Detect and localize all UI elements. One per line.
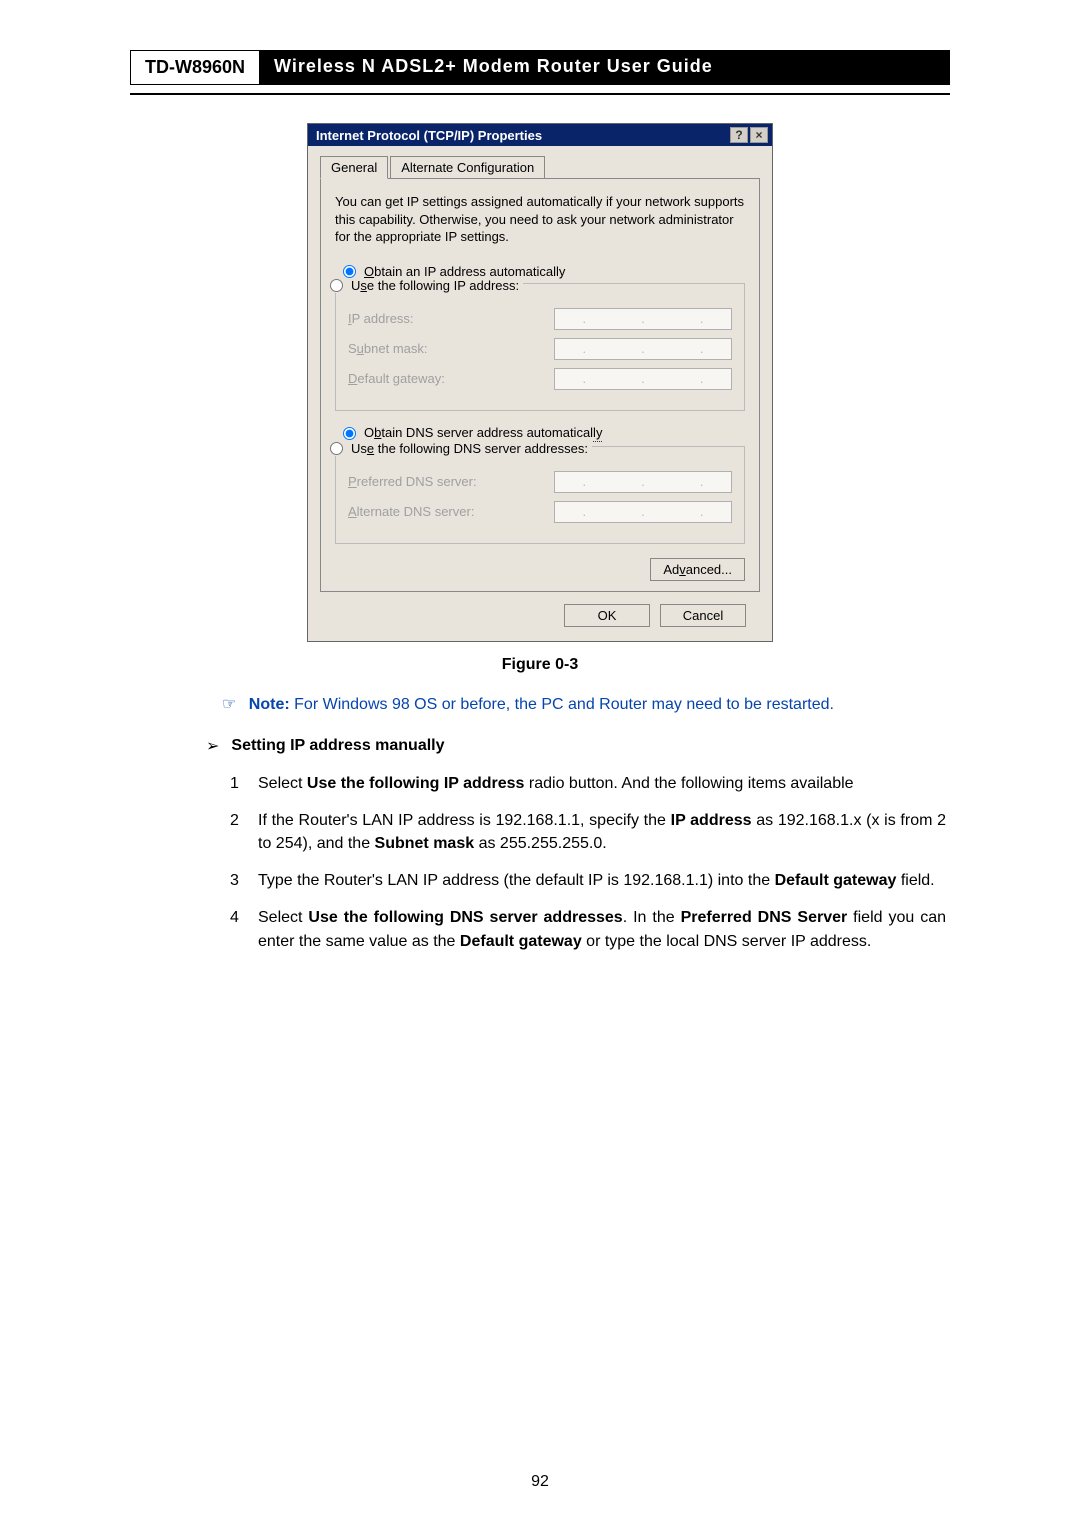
step-number: 4 xyxy=(230,906,258,952)
default-gateway-field[interactable]: ... xyxy=(554,368,732,390)
radio-use-following-ip-input[interactable] xyxy=(330,279,343,292)
dialog-title: Internet Protocol (TCP/IP) Properties xyxy=(312,128,730,143)
tcpip-properties-dialog: Internet Protocol (TCP/IP) Properties ? … xyxy=(307,123,773,642)
close-icon: × xyxy=(755,129,762,141)
help-icon: ? xyxy=(735,129,742,141)
section-title: Setting IP address manually xyxy=(231,737,444,755)
page-number: 92 xyxy=(0,1473,1080,1491)
step-3: 3 Type the Router's LAN IP address (the … xyxy=(230,869,946,892)
figure-caption: Figure 0-3 xyxy=(130,656,950,674)
advanced-button[interactable]: Advanced...Advanced... xyxy=(650,558,745,581)
ip-address-field[interactable]: ... xyxy=(554,308,732,330)
radio-use-following-ip[interactable]: Use the following IP address:Use the fol… xyxy=(326,278,523,293)
label-default-gateway: Default gateway:Default gateway: xyxy=(348,371,445,386)
ok-button[interactable]: OK xyxy=(564,604,650,627)
step-number: 2 xyxy=(230,809,258,855)
radio-obtain-ip-auto-input[interactable] xyxy=(343,265,356,278)
label-alternate-dns: Alternate DNS server:Alternate DNS serve… xyxy=(348,504,474,519)
tab-strip: General Alternate Configuration xyxy=(320,156,760,179)
chevron-right-icon: ➢ xyxy=(206,736,219,756)
label-subnet-mask: Subnet mask:Subnet mask: xyxy=(348,341,428,356)
radio-use-following-dns[interactable]: Use the following DNS server addresses:U… xyxy=(326,441,592,456)
alternate-dns-field[interactable]: ... xyxy=(554,501,732,523)
note-label: Note: xyxy=(249,696,290,713)
preferred-dns-field[interactable]: ... xyxy=(554,471,732,493)
steps-list: 1 Select Use the following IP address ra… xyxy=(230,772,946,953)
document-header: TD-W8960N Wireless N ADSL2+ Modem Router… xyxy=(130,50,950,85)
tab-alternate-configuration[interactable]: Alternate Configuration xyxy=(390,156,545,178)
document-title: Wireless N ADSL2+ Modem Router User Guid… xyxy=(260,50,950,85)
pointing-hand-icon: ☞ xyxy=(222,696,236,713)
intro-text: You can get IP settings assigned automat… xyxy=(335,193,745,246)
step-number: 3 xyxy=(230,869,258,892)
subnet-mask-field[interactable]: ... xyxy=(554,338,732,360)
step-4: 4 Select Use the following DNS server ad… xyxy=(230,906,946,952)
radio-use-following-dns-input[interactable] xyxy=(330,442,343,455)
tab-general[interactable]: General xyxy=(320,156,388,179)
step-2: 2 If the Router's LAN IP address is 192.… xyxy=(230,809,946,855)
label-ip-address: IP address:IP address: xyxy=(348,311,414,326)
section-heading: ➢ Setting IP address manually xyxy=(206,736,950,756)
model-number: TD-W8960N xyxy=(130,50,260,85)
note-text: For Windows 98 OS or before, the PC and … xyxy=(294,696,834,713)
dialog-titlebar: Internet Protocol (TCP/IP) Properties ? … xyxy=(308,124,772,146)
note-line: ☞ Note: For Windows 98 OS or before, the… xyxy=(222,694,950,714)
label-preferred-dns: Preferred DNS server:Preferred DNS serve… xyxy=(348,474,477,489)
radio-obtain-dns-auto-input[interactable] xyxy=(343,427,356,440)
step-1: 1 Select Use the following IP address ra… xyxy=(230,772,946,795)
step-number: 1 xyxy=(230,772,258,795)
cancel-button[interactable]: Cancel xyxy=(660,604,746,627)
close-button[interactable]: × xyxy=(750,127,768,143)
help-button[interactable]: ? xyxy=(730,127,748,143)
header-divider xyxy=(130,93,950,95)
radio-obtain-dns-auto[interactable]: Obtain DNS server address automaticallyO… xyxy=(343,425,745,442)
radio-obtain-ip-auto[interactable]: OObtain an IP address automaticallybtain… xyxy=(343,264,745,279)
